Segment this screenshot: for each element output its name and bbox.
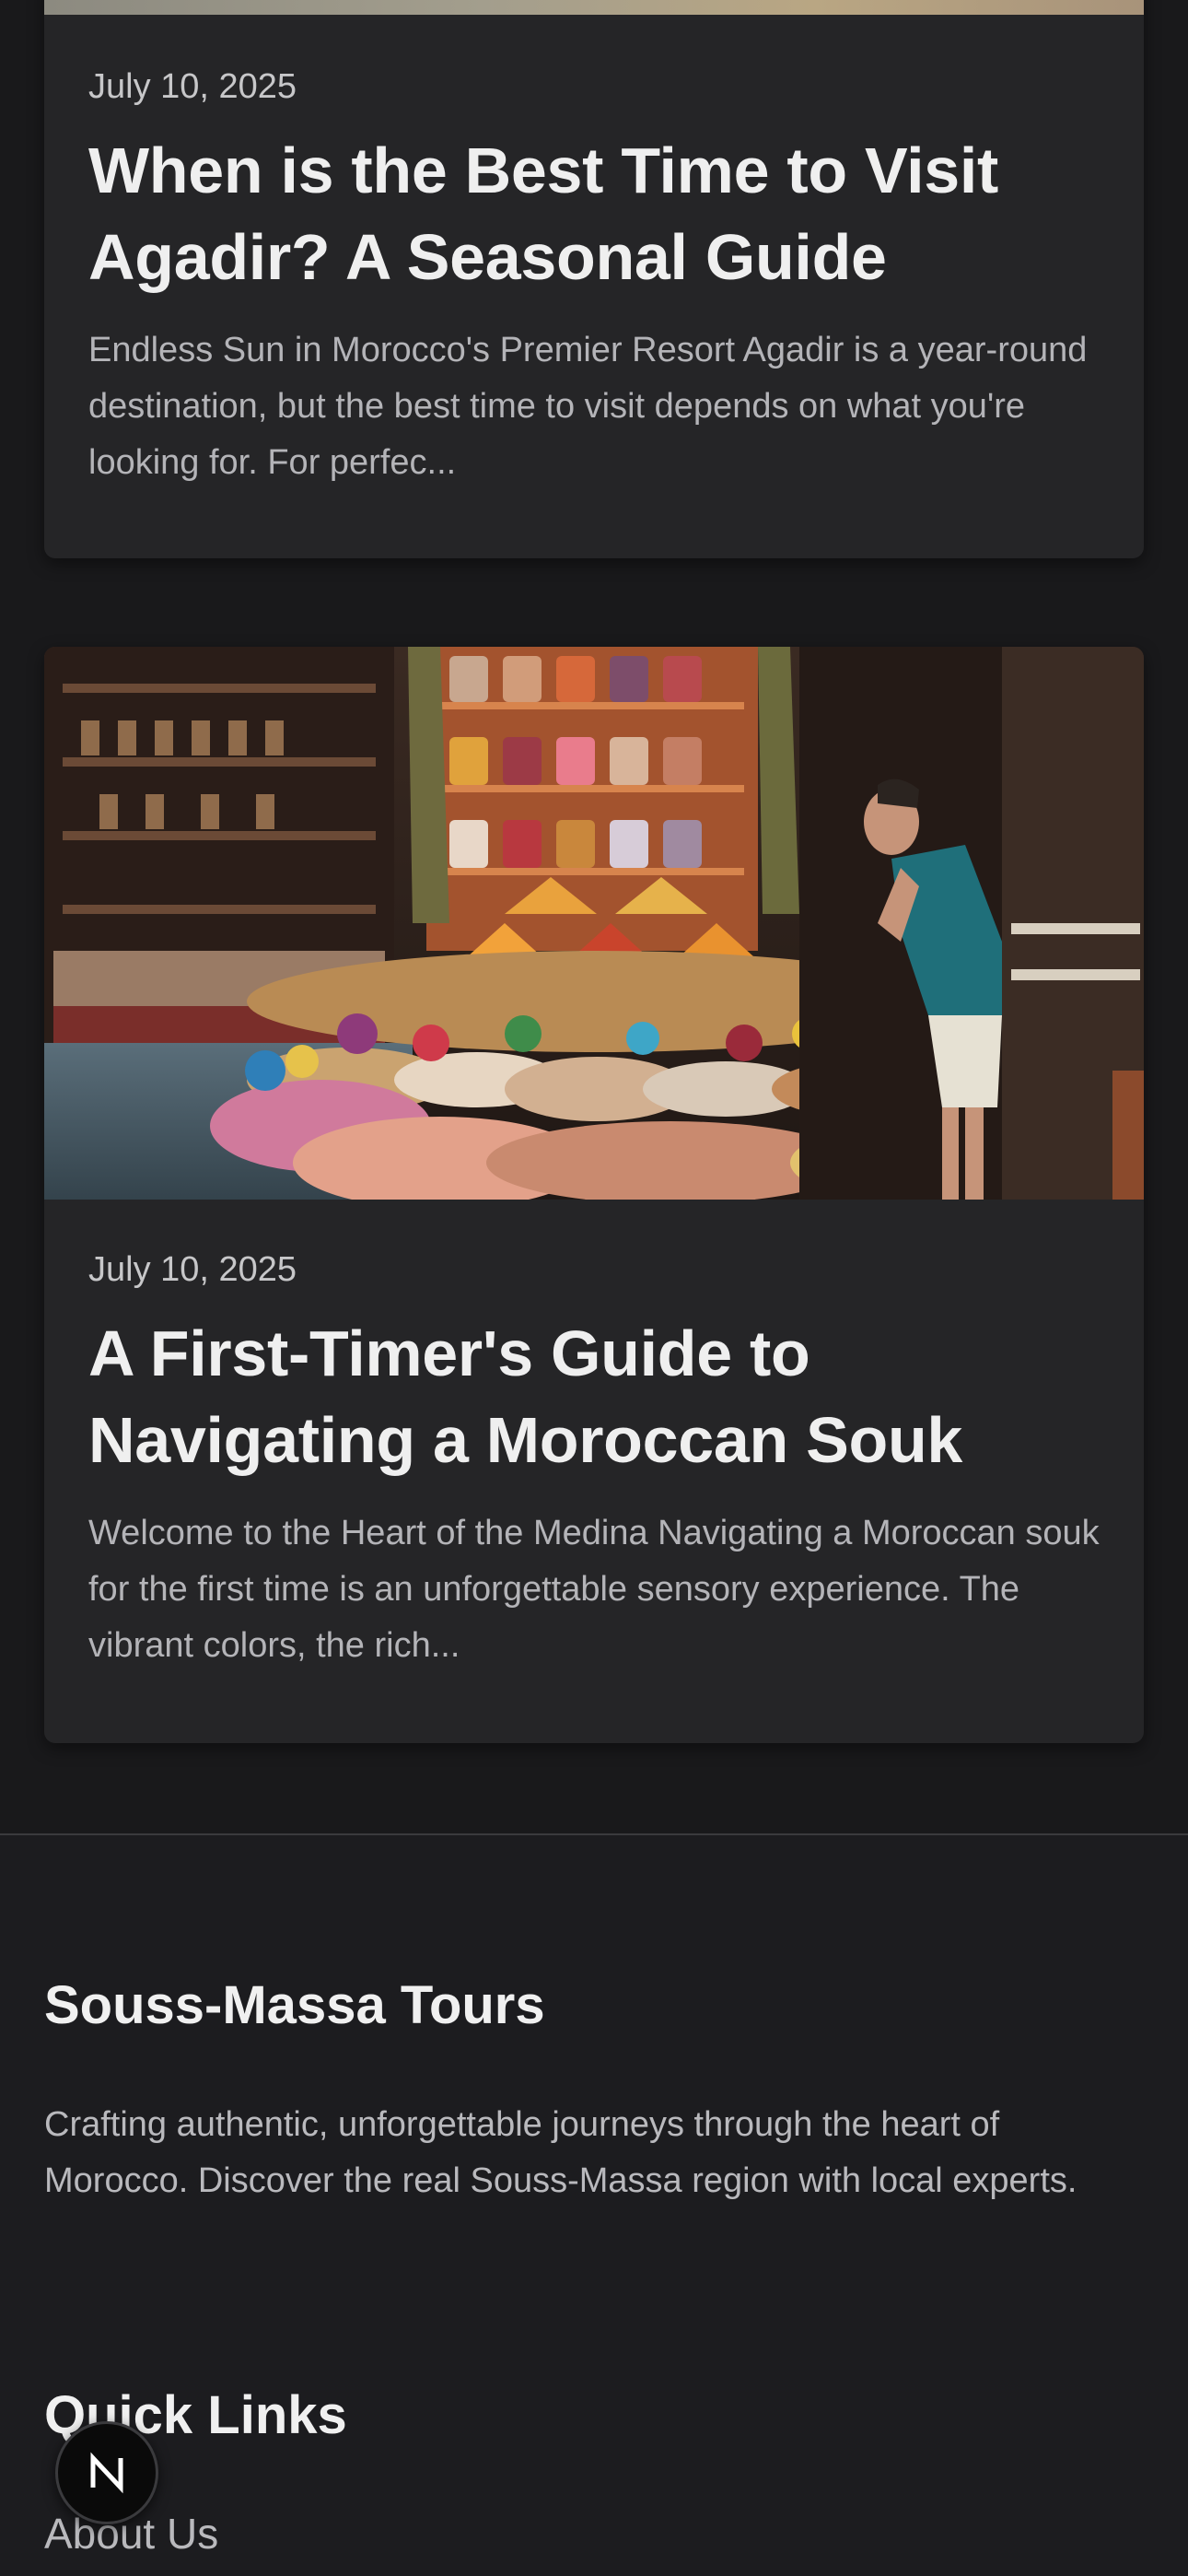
blog-post-title[interactable]: When is the Best Time to Visit Agadir? A… [88,127,1100,300]
nextjs-dev-indicator-button[interactable] [55,2421,158,2524]
souk-spice-shop-image [44,647,1144,1200]
footer-tagline: Crafting authentic, unforgettable journe… [44,2105,1077,2200]
blog-post-image[interactable] [44,0,1144,15]
blog-post-body: July 10, 2025 A First-Timer's Guide to N… [88,1247,1100,1674]
blog-post-date: July 10, 2025 [88,1250,297,1289]
footer-brand-name: Souss-Massa Tours [44,1975,545,2035]
site-footer: Souss-Massa Tours Crafting authentic, un… [0,1835,1188,2576]
blog-post-list: July 10, 2025 When is the Best Time to V… [0,0,1188,1833]
blog-post-date: July 10, 2025 [88,67,297,106]
blog-post-excerpt: Welcome to the Heart of the Medina Navig… [88,1514,1100,1665]
blog-post-card[interactable]: July 10, 2025 When is the Best Time to V… [44,0,1144,558]
blog-post-title[interactable]: A First-Timer's Guide to Navigating a Mo… [88,1310,1100,1483]
blog-post-excerpt: Endless Sun in Morocco's Premier Resort … [88,331,1088,482]
blog-post-body: July 10, 2025 When is the Best Time to V… [88,64,1100,491]
blog-post-image[interactable] [44,647,1144,1200]
nextjs-n-icon [90,2452,123,2494]
blog-post-card[interactable]: July 10, 2025 A First-Timer's Guide to N… [44,647,1144,1743]
